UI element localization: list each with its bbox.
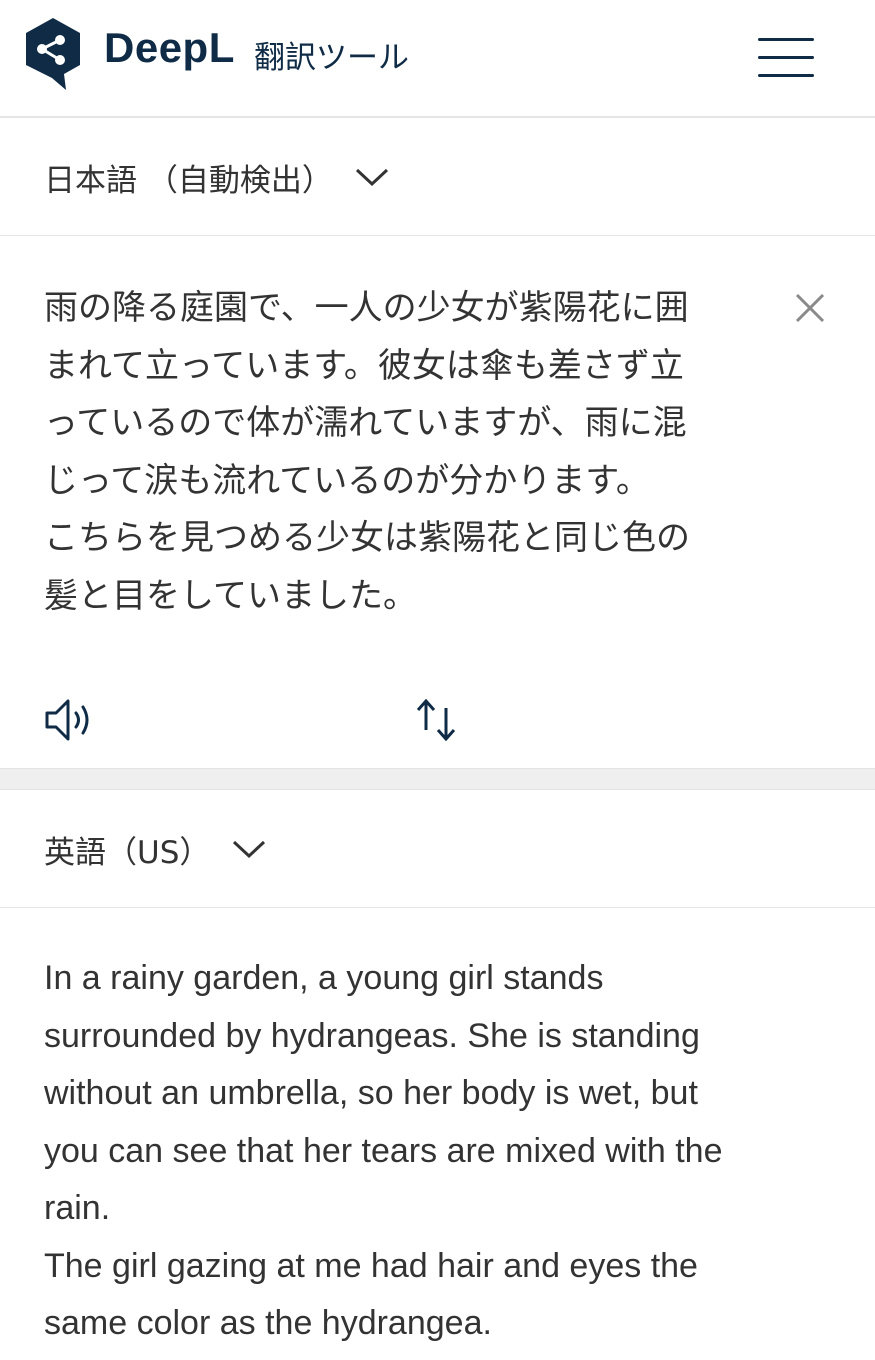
swap-arrows-icon[interactable]: [412, 696, 462, 744]
hamburger-menu-icon[interactable]: [758, 36, 814, 80]
target-language-selector[interactable]: 英語（US）: [44, 790, 266, 908]
brand-name: DeepL: [104, 24, 235, 71]
source-language-label: 日本語 （自動検出）: [44, 162, 333, 199]
source-language-selector[interactable]: 日本語 （自動検出）: [44, 118, 389, 236]
target-language-label: 英語（US）: [44, 834, 211, 871]
source-text-input[interactable]: 雨の降る庭園で、一人の少女が紫陽花に囲 まれて立っています。彼女は傘も差さず立 …: [44, 280, 774, 625]
source-language-bar: 日本語 （自動検出）: [0, 118, 875, 236]
speaker-icon[interactable]: [44, 696, 98, 744]
target-language-bar: 英語（US）: [0, 790, 875, 908]
chevron-down-icon: [233, 840, 266, 859]
panel-divider: [0, 768, 875, 790]
brand-subtitle: 翻訳ツール: [254, 40, 409, 76]
deepl-logo-icon[interactable]: [22, 16, 84, 92]
close-icon[interactable]: [794, 292, 826, 324]
translation-output: In a rainy garden, a young girl stands s…: [44, 959, 723, 1342]
chevron-down-icon: [355, 168, 388, 187]
app-header: DeepL 翻訳ツール: [0, 0, 875, 118]
